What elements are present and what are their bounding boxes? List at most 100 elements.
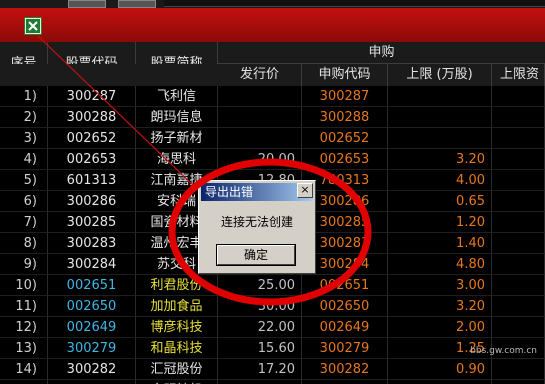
row-issue-price: 22.00: [218, 317, 302, 338]
row-stock-code: 002650: [48, 296, 136, 317]
table-row[interactable]: 11) 002650 加加食品 30.00 002650 3.20: [0, 296, 545, 317]
row-sub-code: 300282: [302, 359, 388, 380]
forward-button[interactable]: [118, 0, 156, 8]
row-seq: 6): [0, 191, 48, 212]
row-stock-code: 601313: [48, 170, 136, 191]
row-limit-funds: [492, 170, 545, 191]
row-issue-price: [218, 107, 302, 128]
row-limit-funds: [492, 191, 545, 212]
row-issue-price: 15.60: [218, 338, 302, 359]
dialog-message: 连接无法创建: [220, 215, 293, 229]
row-sub-code: 002649: [302, 317, 388, 338]
row-limit-funds: [492, 212, 545, 233]
table-row[interactable]: 10) 002651 利君股份 25.00 002651 3.00: [0, 275, 545, 296]
row-stock-name: 加加食品: [136, 296, 218, 317]
row-limit: 3.00: [388, 275, 492, 296]
row-limit-funds: [492, 86, 545, 107]
row-limit: [388, 86, 492, 107]
back-button[interactable]: [68, 0, 106, 8]
ok-button[interactable]: 确定: [216, 244, 296, 266]
col-header-limit-funds[interactable]: 上限资: [492, 64, 545, 86]
row-stock-code: 300288: [48, 107, 136, 128]
row-issue-price: [218, 86, 302, 107]
row-limit-funds: [492, 233, 545, 254]
row-issue-price: 30.00: [218, 296, 302, 317]
row-limit: [388, 107, 492, 128]
row-limit-funds: [492, 275, 545, 296]
row-seq: 12): [0, 317, 48, 338]
row-sub-code: 002652: [302, 128, 388, 149]
row-sub-code: 300281: [302, 380, 388, 384]
col-header-sub-code[interactable]: 申购代码: [302, 64, 388, 86]
row-seq: 15): [0, 380, 48, 384]
row-limit-funds: [492, 359, 545, 380]
row-issue-price: 20.00: [218, 149, 302, 170]
row-seq: 13): [0, 338, 48, 359]
row-limit: 0.90: [388, 359, 492, 380]
row-limit: [388, 128, 492, 149]
row-issue-price: [218, 128, 302, 149]
row-seq: 7): [0, 212, 48, 233]
close-icon[interactable]: ×: [297, 183, 313, 198]
row-stock-name: 汇冠股份: [136, 359, 218, 380]
row-stock-code: 300281: [48, 380, 136, 384]
row-stock-name: 海思科: [136, 149, 218, 170]
search-input[interactable]: [164, 0, 545, 7]
row-seq: 9): [0, 254, 48, 275]
table-row[interactable]: 2) 300288 朗玛信息 300288: [0, 107, 545, 128]
row-limit: 1.40: [388, 233, 492, 254]
row-seq: 5): [0, 170, 48, 191]
panel-header-bar: [0, 8, 545, 42]
row-limit-funds: [492, 254, 545, 275]
row-limit-funds: [492, 317, 545, 338]
row-limit: 4.00: [388, 170, 492, 191]
row-limit: 3.20: [388, 149, 492, 170]
table-header-top: 序号 股票代码 股票简称 申购: [0, 42, 545, 86]
watermark: bbs.gw.com.cn: [470, 346, 537, 356]
col-header-issue-price[interactable]: 发行价: [218, 64, 302, 86]
row-stock-code: 300286: [48, 191, 136, 212]
table-row[interactable]: 14) 300282 汇冠股份 17.20 300282 0.90: [0, 359, 545, 380]
row-seq: 8): [0, 233, 48, 254]
row-stock-code: 300283: [48, 233, 136, 254]
row-stock-code: 300284: [48, 254, 136, 275]
col-header-limit[interactable]: 上限 (万股): [388, 64, 492, 86]
col-group-subscription: 申购: [218, 42, 545, 64]
row-seq: 14): [0, 359, 48, 380]
row-stock-code: 300282: [48, 359, 136, 380]
row-stock-code: 002653: [48, 149, 136, 170]
table-row[interactable]: 12) 002649 博彦科技 22.00 002649 2.00: [0, 317, 545, 338]
table-header-sub: 发行价 申购代码 上限 (万股) 上限资: [0, 64, 545, 86]
row-seq: 4): [0, 149, 48, 170]
row-stock-code: 002649: [48, 317, 136, 338]
row-sub-code: 002651: [302, 275, 388, 296]
top-toolbar: [0, 0, 545, 8]
row-limit: 3.20: [388, 296, 492, 317]
table-row[interactable]: 15)300281金明精机25.003002811.30: [0, 380, 545, 384]
row-limit-funds: [492, 149, 545, 170]
row-stock-name: 朗玛信息: [136, 107, 218, 128]
row-issue-price: 17.20: [218, 359, 302, 380]
export-error-dialog: 导出出错 × 连接无法创建 确定: [198, 180, 316, 274]
excel-export-icon[interactable]: [24, 17, 42, 35]
row-sub-code: 300279: [302, 338, 388, 359]
row-sub-code: 002653: [302, 149, 388, 170]
row-limit-funds: [492, 296, 545, 317]
table-row[interactable]: 13) 300279 和晶科技 15.60 300279 1.25: [0, 338, 545, 359]
row-limit: 1.20: [388, 212, 492, 233]
row-sub-code: 300287: [302, 86, 388, 107]
table-row[interactable]: 3) 002652 扬子新材 002652: [0, 128, 545, 149]
dialog-title: 导出出错: [205, 185, 254, 199]
row-limit: 0.65: [388, 191, 492, 212]
row-issue-price: 25.00: [218, 380, 302, 384]
table-row[interactable]: 1) 300287 飞利信 300287: [0, 86, 545, 107]
row-stock-code: 300287: [48, 86, 136, 107]
row-stock-name: 和晶科技: [136, 338, 218, 359]
row-limit: 4.80: [388, 254, 492, 275]
table-row[interactable]: 4) 002653 海思科 20.00 002653 3.20: [0, 149, 545, 170]
row-limit: 1.30: [388, 380, 492, 384]
row-stock-code: 300279: [48, 338, 136, 359]
row-stock-name: 利君股份: [136, 275, 218, 296]
row-seq: 11): [0, 296, 48, 317]
row-stock-name: 金明精机: [136, 380, 218, 384]
